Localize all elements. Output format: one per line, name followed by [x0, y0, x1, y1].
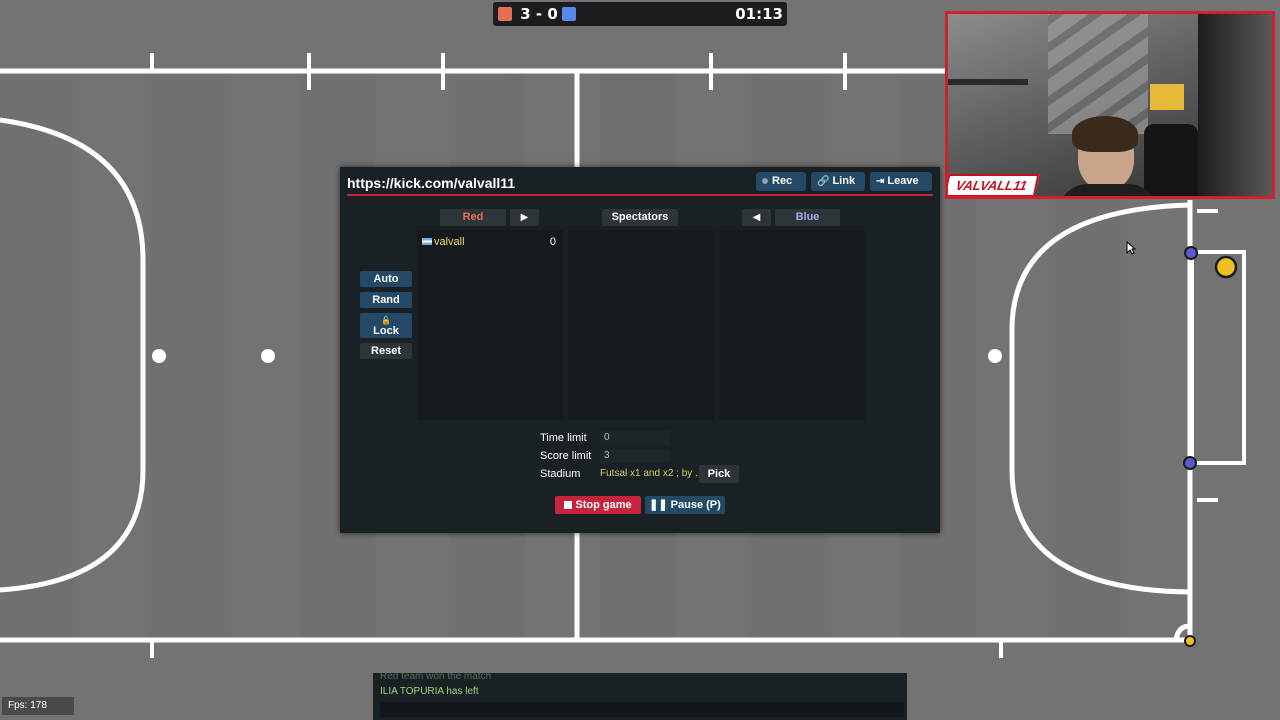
rec-button[interactable]: Rec [756, 172, 806, 191]
lock-button[interactable]: 🔓 Lock [360, 313, 412, 338]
rand-button[interactable]: Rand [360, 292, 412, 308]
move-to-blue-button[interactable]: ◀ [742, 209, 771, 226]
webcam-wardrobe [1198, 14, 1272, 196]
webcam-overlay: VALVALL11 [945, 11, 1275, 199]
red-team-header[interactable]: Red [440, 209, 506, 226]
scoreboard: 3 - 0 01:13 [493, 2, 787, 26]
chat-message-faded: Red team won the match [380, 673, 492, 679]
room-link-title: https://kick.com/valvall11 [347, 175, 516, 191]
mouse-cursor-icon [1126, 241, 1136, 255]
match-score: 3 - 0 [520, 5, 558, 23]
stadium-label: Stadium [540, 468, 581, 480]
red-team-indicator [498, 7, 512, 21]
chat-message: ILIA TOPURIA has left [380, 686, 479, 697]
title-divider [347, 194, 933, 196]
pause-button[interactable]: ❚❚ Pause (P) [645, 496, 725, 514]
move-to-red-button[interactable]: ▶ [510, 209, 539, 226]
exit-icon: ⇥ [876, 176, 885, 187]
time-limit-label: Time limit [540, 432, 587, 444]
pause-icon: ❚❚ [649, 499, 668, 511]
blue-team-list[interactable] [719, 230, 865, 420]
record-dot-icon [762, 178, 768, 184]
time-limit-field[interactable]: 0 [600, 431, 670, 445]
spectators-list[interactable] [568, 230, 714, 420]
leave-button[interactable]: ⇥ Leave [870, 172, 932, 191]
score-limit-field[interactable]: 3 [600, 449, 670, 463]
streamer-hair [1072, 116, 1138, 152]
red-team-list[interactable]: valvall 0 [417, 230, 563, 420]
webcam-window [1150, 84, 1184, 110]
blue-team-indicator [562, 7, 576, 21]
play-left-icon: ◀ [752, 212, 761, 223]
stop-icon [564, 501, 573, 509]
webcam-shelf [948, 79, 1028, 85]
unlock-icon: 🔓 [381, 316, 391, 325]
link-icon: 🔗 [817, 176, 830, 187]
player-row[interactable]: valvall 0 [422, 236, 560, 250]
stadium-name: Futsal x1 and x2 ; by ... [600, 468, 704, 479]
streamer-logo: VALVALL11 [948, 174, 1040, 196]
corner-flag [1184, 635, 1196, 647]
match-timer: 01:13 [735, 5, 783, 23]
stop-game-button[interactable]: Stop game [555, 496, 641, 514]
link-button[interactable]: 🔗 Link [811, 172, 865, 191]
room-dialog: https://kick.com/valvall11 Rec 🔗 Link ⇥ Le… [340, 167, 940, 533]
spectators-header[interactable]: Spectators [602, 209, 678, 226]
play-right-icon: ▶ [520, 212, 529, 223]
chat-box: Red team won the match ILIA TOPURIA has … [373, 673, 907, 720]
blue-team-header[interactable]: Blue [775, 209, 840, 226]
streamer-body [1058, 184, 1158, 196]
fps-counter: Fps: 178 [2, 697, 74, 715]
chat-input[interactable] [380, 702, 904, 717]
argentina-flag-icon [422, 238, 432, 245]
reset-button[interactable]: Reset [360, 343, 412, 359]
score-limit-label: Score limit [540, 450, 592, 462]
webcam-chair [1144, 124, 1198, 196]
auto-button[interactable]: Auto [360, 271, 412, 287]
pick-stadium-button[interactable]: Pick [699, 465, 739, 483]
ball [1214, 255, 1238, 279]
